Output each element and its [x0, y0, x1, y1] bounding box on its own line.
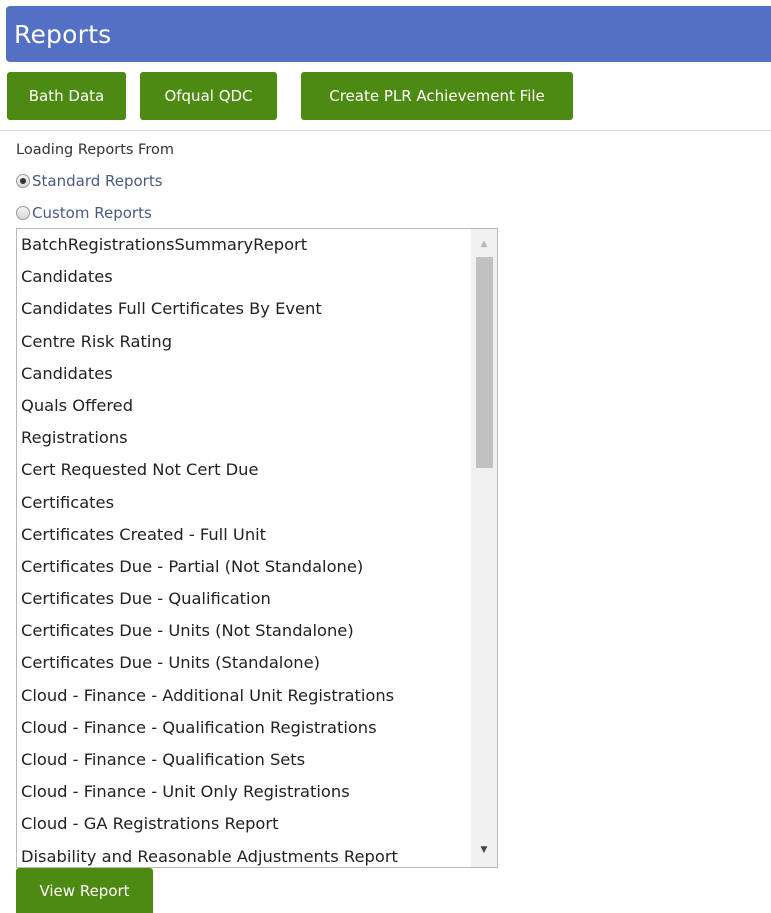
- listbox-scrollbar[interactable]: ▲ ▼: [471, 229, 497, 867]
- report-list-item[interactable]: Registrations: [17, 422, 471, 454]
- report-list-item[interactable]: Cloud - Finance - Qualification Sets: [17, 744, 471, 776]
- bath-data-button[interactable]: Bath Data: [7, 72, 126, 120]
- report-listbox[interactable]: BatchRegistrationsSummaryReport Candidate…: [16, 228, 498, 868]
- page-header: Reports: [6, 6, 771, 62]
- report-list-item[interactable]: Certificates Due - Units (Standalone): [17, 647, 471, 679]
- loading-reports-label: Loading Reports From: [16, 142, 174, 158]
- report-list-item[interactable]: Cloud - GA Registrations Report: [17, 808, 471, 840]
- report-list-item[interactable]: Disability and Reasonable Adjustments Re…: [17, 841, 471, 867]
- view-report-button[interactable]: View Report: [16, 868, 153, 913]
- report-list-item[interactable]: Certificates Created - Full Unit: [17, 519, 471, 551]
- page-title: Reports: [14, 19, 112, 49]
- report-list-item[interactable]: Centre Risk Rating: [17, 326, 471, 358]
- report-list-item[interactable]: Candidates: [17, 358, 471, 390]
- standard-reports-radio[interactable]: [16, 174, 30, 188]
- custom-reports-label: Custom Reports: [32, 204, 152, 222]
- report-list-item[interactable]: Cert Requested Not Cert Due: [17, 454, 471, 486]
- scroll-down-icon[interactable]: ▼: [471, 839, 497, 861]
- report-list-item[interactable]: Certificates: [17, 487, 471, 519]
- report-list-item[interactable]: Cloud - Finance - Additional Unit Regist…: [17, 680, 471, 712]
- custom-reports-radio-option[interactable]: Custom Reports: [16, 204, 152, 222]
- toolbar-divider: [0, 130, 771, 131]
- report-list-item[interactable]: Certificates Due - Qualification: [17, 583, 471, 615]
- scroll-up-icon[interactable]: ▲: [471, 233, 497, 255]
- report-list-item[interactable]: Certificates Due - Units (Not Standalone…: [17, 615, 471, 647]
- report-list-item[interactable]: Candidates Full Certificates By Event: [17, 293, 471, 325]
- create-plr-achievement-file-button[interactable]: Create PLR Achievement File: [301, 72, 573, 120]
- report-list-item[interactable]: Candidates: [17, 261, 471, 293]
- ofqual-qdc-button[interactable]: Ofqual QDC: [140, 72, 277, 120]
- report-list-item[interactable]: Certificates Due - Partial (Not Standalo…: [17, 551, 471, 583]
- report-list: BatchRegistrationsSummaryReport Candidate…: [17, 229, 471, 867]
- report-list-item[interactable]: BatchRegistrationsSummaryReport: [17, 229, 471, 261]
- standard-reports-radio-option[interactable]: Standard Reports: [16, 172, 163, 190]
- report-list-item[interactable]: Quals Offered: [17, 390, 471, 422]
- scroll-thumb[interactable]: [476, 257, 493, 468]
- report-list-item[interactable]: Cloud - Finance - Qualification Registra…: [17, 712, 471, 744]
- custom-reports-radio[interactable]: [16, 206, 30, 220]
- report-list-item[interactable]: Cloud - Finance - Unit Only Registration…: [17, 776, 471, 808]
- standard-reports-label: Standard Reports: [32, 172, 163, 190]
